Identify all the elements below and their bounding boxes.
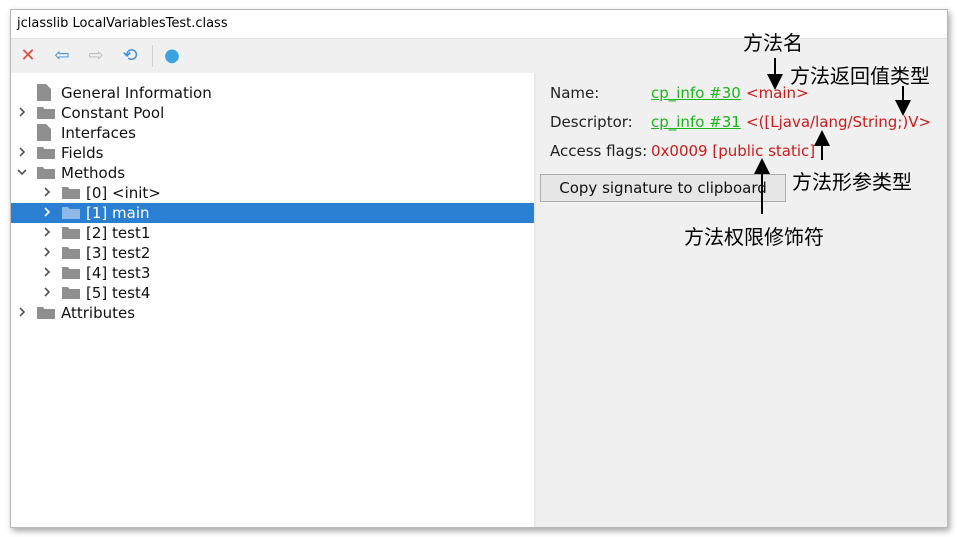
annotation-arrows [754, 58, 911, 214]
